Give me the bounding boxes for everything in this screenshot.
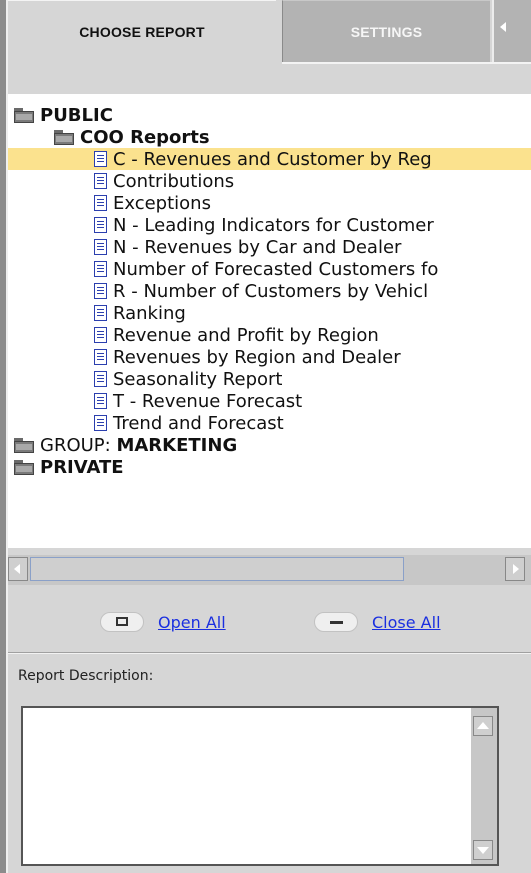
tree-report-item[interactable]: Revenues by Region and Dealer xyxy=(94,346,401,368)
report-item-label: Revenue and Profit by Region xyxy=(113,324,379,346)
tab-choose-report[interactable]: CHOOSE REPORT xyxy=(8,0,276,62)
scroll-up-button[interactable] xyxy=(473,716,493,736)
report-item-label: Seasonality Report xyxy=(113,368,283,390)
tree-folder-private[interactable]: PRIVATE xyxy=(14,456,124,478)
tree-report-item[interactable]: N - Leading Indicators for Customer xyxy=(94,214,434,236)
scroll-down-button[interactable] xyxy=(473,840,493,860)
tree-folder-label: PRIVATE xyxy=(40,456,124,478)
report-document-icon xyxy=(94,173,107,189)
report-item-label: C - Revenues and Customer by Reg xyxy=(113,148,432,170)
tab-underline xyxy=(282,62,531,64)
folder-icon xyxy=(54,129,74,145)
tree-report-item[interactable]: Revenue and Profit by Region xyxy=(94,324,379,346)
tab-scroll-left-button[interactable] xyxy=(492,0,531,62)
report-item-label: T - Revenue Forecast xyxy=(113,390,303,412)
tree-report-item[interactable]: C - Revenues and Customer by Reg xyxy=(8,148,531,170)
close-all-link[interactable]: Close All xyxy=(372,613,441,632)
report-panel: CHOOSE REPORT SETTINGS PUBLIC COO Report… xyxy=(0,0,531,873)
close-all-control[interactable]: Close All xyxy=(314,608,441,636)
report-document-icon xyxy=(94,151,107,167)
divider-highlight xyxy=(8,653,531,654)
report-item-label: R - Number of Customers by Vehicl xyxy=(113,280,429,302)
report-document-icon xyxy=(94,349,107,365)
tree-report-item[interactable]: R - Number of Customers by Vehicl xyxy=(94,280,428,302)
tree-report-item[interactable]: Trend and Forecast xyxy=(94,412,284,434)
report-document-icon xyxy=(94,415,107,431)
tree-folder-coo-reports[interactable]: COO Reports xyxy=(54,126,210,148)
horizontal-scrollbar[interactable] xyxy=(8,555,531,585)
report-item-label: Revenues by Region and Dealer xyxy=(113,346,401,368)
expand-icon[interactable] xyxy=(100,612,144,632)
tree-report-item[interactable]: Number of Forecasted Customers fo xyxy=(94,258,438,280)
arrow-left-icon xyxy=(500,22,506,32)
scrollbar-thumb[interactable] xyxy=(30,557,404,581)
tree-folder-label: COO Reports xyxy=(80,126,210,148)
group-prefix-label: GROUP: xyxy=(40,434,117,456)
report-item-label: Contributions xyxy=(113,170,235,192)
report-item-label: Ranking xyxy=(113,302,186,324)
report-item-label: Number of Forecasted Customers fo xyxy=(113,258,439,280)
report-description-label: Report Description: xyxy=(18,668,154,684)
report-item-label: N - Leading Indicators for Customer xyxy=(113,214,434,236)
folder-icon xyxy=(14,437,34,453)
tree-report-item[interactable]: Seasonality Report xyxy=(94,368,282,390)
tree-report-item[interactable]: Ranking xyxy=(94,302,186,324)
scroll-left-button[interactable] xyxy=(8,557,28,581)
report-item-label: Trend and Forecast xyxy=(113,412,284,434)
tree-report-item[interactable]: N - Revenues by Car and Dealer xyxy=(94,236,401,258)
group-name-label: MARKETING xyxy=(116,434,238,456)
tree-folder-public[interactable]: PUBLIC xyxy=(14,104,113,126)
report-document-icon xyxy=(94,305,107,321)
tree-report-item[interactable]: Exceptions xyxy=(94,192,211,214)
report-document-icon xyxy=(94,283,107,299)
folder-icon xyxy=(14,459,34,475)
report-document-icon xyxy=(94,261,107,277)
open-all-control[interactable]: Open All xyxy=(100,608,226,636)
tree-report-item[interactable]: T - Revenue Forecast xyxy=(94,390,302,412)
collapse-icon[interactable] xyxy=(314,612,358,632)
report-document-icon xyxy=(94,217,107,233)
report-document-icon xyxy=(94,327,107,343)
open-all-link[interactable]: Open All xyxy=(158,613,226,632)
tree-folder-label: PUBLIC xyxy=(40,104,113,126)
tree-folder-group-marketing[interactable]: GROUP: MARKETING xyxy=(14,434,237,456)
report-item-label: Exceptions xyxy=(113,192,211,214)
report-document-icon xyxy=(94,393,107,409)
report-document-icon xyxy=(94,195,107,211)
report-document-icon xyxy=(94,239,107,255)
report-document-icon xyxy=(94,371,107,387)
report-item-label: N - Revenues by Car and Dealer xyxy=(113,236,402,258)
tree-report-item[interactable]: Contributions xyxy=(94,170,234,192)
report-tree: PUBLIC COO Reports C - Revenues and Cust… xyxy=(8,94,531,548)
scroll-right-button[interactable] xyxy=(505,557,525,581)
tab-settings[interactable]: SETTINGS xyxy=(282,0,490,62)
vertical-scrollbar[interactable] xyxy=(471,708,497,864)
report-description-textarea[interactable] xyxy=(21,706,499,866)
folder-icon xyxy=(14,107,34,123)
